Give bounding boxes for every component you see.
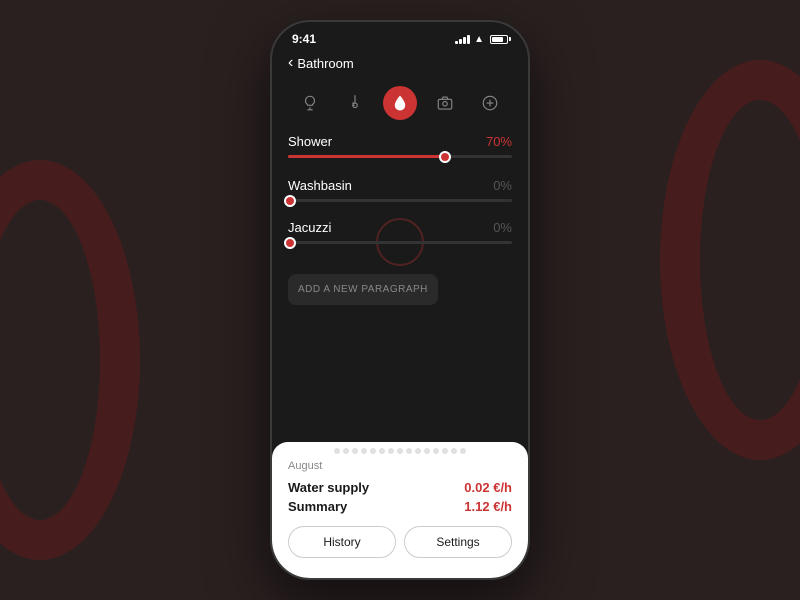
- shower-track[interactable]: [288, 155, 512, 158]
- sliders-section: Shower 70% Washbasin 0% Jacuzzi: [272, 130, 528, 266]
- phone-notch: [350, 22, 450, 44]
- tab-temperature[interactable]: [338, 86, 372, 120]
- shower-label: Shower: [288, 134, 332, 149]
- tab-bulb[interactable]: [293, 86, 327, 120]
- jacuzzi-label: Jacuzzi: [288, 220, 331, 235]
- jacuzzi-value: 0%: [493, 220, 512, 235]
- washbasin-slider-row: Washbasin 0%: [288, 178, 512, 202]
- bulb-icon: [301, 94, 319, 112]
- icon-tab-bar: [272, 80, 528, 130]
- add-icon: [481, 94, 499, 112]
- summary-row: Summary 1.12 €/h: [288, 499, 512, 514]
- summary-label: Summary: [288, 499, 347, 514]
- back-button[interactable]: ‹ Bathroom: [288, 54, 354, 72]
- wifi-icon: ▲: [474, 34, 484, 45]
- header: ‹ Bathroom: [272, 50, 528, 80]
- water-supply-value: 0.02 €/h: [464, 480, 512, 495]
- battery-icon: [490, 35, 508, 44]
- settings-button[interactable]: Settings: [404, 526, 512, 558]
- status-time: 9:41: [292, 32, 316, 46]
- water-supply-label: Water supply: [288, 480, 369, 495]
- header-title: Bathroom: [297, 56, 353, 71]
- card-buttons: History Settings: [288, 526, 512, 558]
- phone-frame: 9:41 ▲ ‹ Bathroom: [270, 20, 530, 580]
- washbasin-value: 0%: [493, 178, 512, 193]
- card-notch: [288, 442, 512, 456]
- add-paragraph-button[interactable]: ADD A NEW PARAGRAPH: [288, 274, 438, 305]
- status-icons: ▲: [455, 34, 508, 45]
- bg-decoration-left: [0, 160, 140, 560]
- bottom-card: August Water supply 0.02 €/h Summary 1.1…: [272, 442, 528, 578]
- water-supply-row: Water supply 0.02 €/h: [288, 480, 512, 495]
- water-icon: [391, 94, 409, 112]
- history-button[interactable]: History: [288, 526, 396, 558]
- shower-value: 70%: [486, 134, 512, 149]
- tab-water[interactable]: [383, 86, 417, 120]
- shower-slider-row: Shower 70%: [288, 134, 512, 158]
- card-month: August: [288, 456, 512, 480]
- signal-icon: [455, 34, 470, 44]
- temperature-icon: [346, 94, 364, 112]
- washbasin-label: Washbasin: [288, 178, 352, 193]
- jacuzzi-track[interactable]: [288, 241, 512, 244]
- washbasin-track[interactable]: [288, 199, 512, 202]
- add-paragraph-label: ADD A NEW PARAGRAPH: [298, 284, 428, 295]
- tab-camera[interactable]: [428, 86, 462, 120]
- back-chevron-icon: ‹: [288, 54, 293, 72]
- camera-icon: [436, 94, 454, 112]
- summary-value: 1.12 €/h: [464, 499, 512, 514]
- tab-add[interactable]: [473, 86, 507, 120]
- bg-decoration-right: [660, 60, 800, 460]
